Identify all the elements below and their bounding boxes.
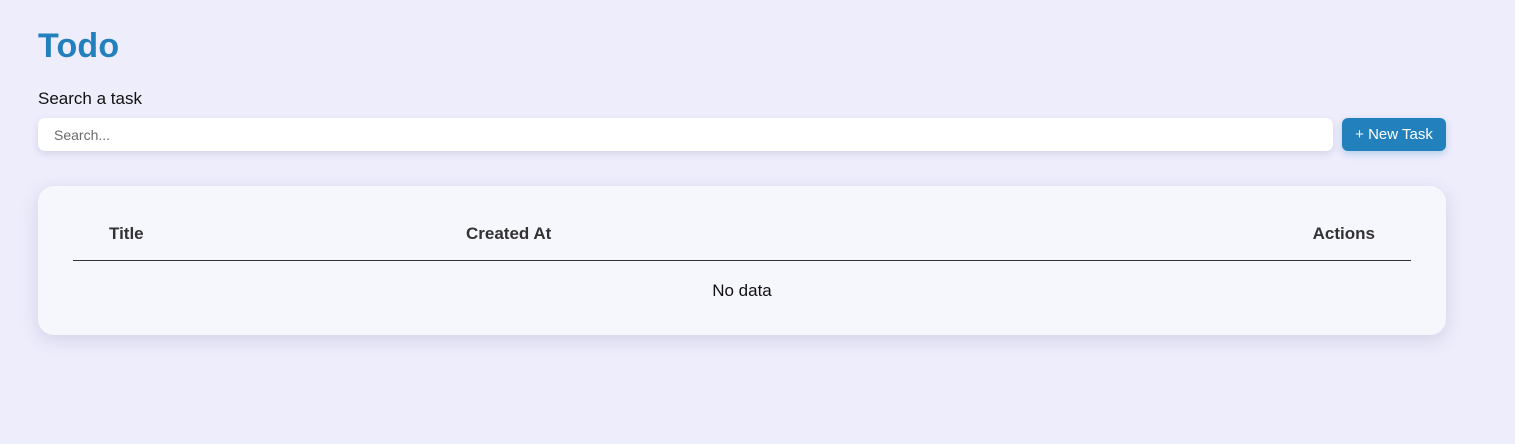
search-row: + New Task [38,118,1446,152]
column-header-title: Title [109,224,144,243]
table-header: Title Created At Actions [73,186,1411,261]
column-header-actions: Actions [1312,224,1375,243]
page-title: Todo [38,27,120,65]
search-label: Search a task [38,89,142,108]
empty-state-message: No data [712,281,772,300]
task-table: Title Created At Actions No data [38,186,1446,335]
column-header-created-at: Created At [466,224,552,243]
new-task-button[interactable]: + New Task [1342,118,1446,151]
search-input[interactable] [38,118,1333,151]
